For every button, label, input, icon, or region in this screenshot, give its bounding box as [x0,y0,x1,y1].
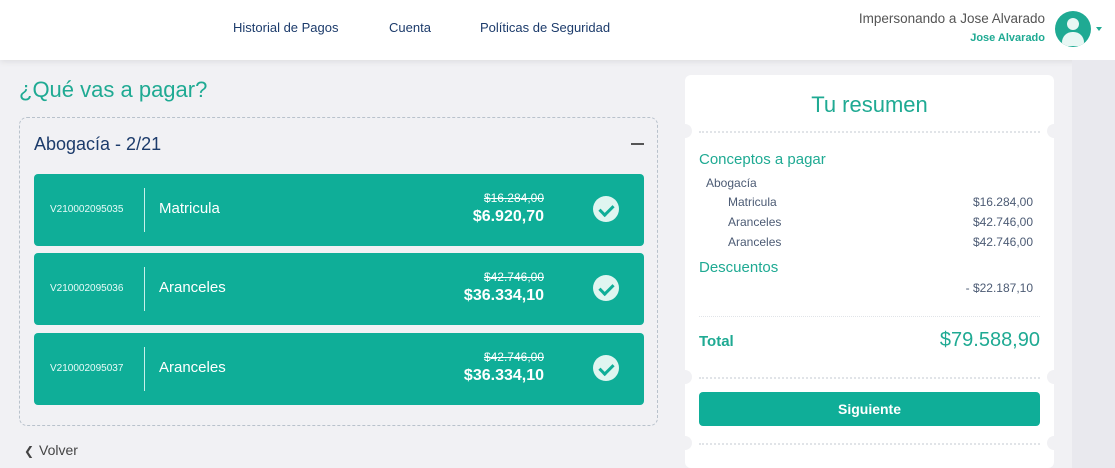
nav-historial-pagos[interactable]: Historial de Pagos [233,20,339,35]
item-discounted-price: $36.334,10 [463,367,544,384]
ticket-notch [1047,370,1061,384]
discounts-title: Descuentos [699,259,779,276]
nav-politicas-seguridad[interactable]: Políticas de Seguridad [480,20,610,35]
discount-value: - $22.187,10 [965,281,1033,295]
summary-line-label: Aranceles [728,235,782,249]
summary-panel: Tu resumen Conceptos a pagar Abogacía Ma… [678,75,1061,468]
avatar-body [1062,32,1084,46]
user-name[interactable]: Jose Alvarado [970,32,1045,44]
item-original-price: $16.284,00 [483,191,544,205]
avatar-head [1067,18,1079,30]
item-concept: Aranceles [159,359,226,376]
payment-item[interactable]: V210002095037 Aranceles $42.746,00 $36.3… [34,333,644,405]
payment-item[interactable]: V210002095035 Matricula $16.284,00 $6.92… [34,174,644,246]
ticket-notch [1047,436,1061,450]
right-gutter [1072,60,1115,468]
chevron-left-icon[interactable]: ❮ [24,444,34,458]
summary-divider [699,443,1040,445]
ticket-notch [678,436,692,450]
summary-line-value: $42.746,00 [972,235,1033,249]
summary-divider [699,377,1040,379]
top-header: Historial de Pagos Cuenta Políticas de S… [0,0,1115,60]
concepts-title: Conceptos a pagar [699,151,826,168]
item-discounted-price: $6.920,70 [472,208,544,225]
collapse-icon[interactable] [631,143,644,145]
item-concept: Aranceles [159,279,226,296]
chevron-down-icon[interactable] [1096,27,1102,31]
item-concept: Matricula [159,200,220,217]
summary-line-value: $16.284,00 [972,195,1033,209]
total-value: $79.588,90 [939,329,1040,351]
item-code: V210002095037 [50,363,124,374]
summary-line-label: Matricula [728,195,777,209]
payment-item[interactable]: V210002095036 Aranceles $42.746,00 $36.3… [34,253,644,325]
item-divider [144,267,145,311]
summary-divider [699,316,1040,317]
ticket-notch [678,370,692,384]
item-divider [144,188,145,232]
item-code: V210002095035 [50,204,124,215]
ticket-notch [1047,124,1061,138]
check-icon[interactable] [593,355,619,381]
check-icon[interactable] [593,196,619,222]
concept-group: Abogacía - 2/21 V210002095035 Matricula … [19,117,658,426]
group-title: Abogacía - 2/21 [34,134,162,154]
nav-cuenta[interactable]: Cuenta [389,20,431,35]
back-link[interactable]: Volver [39,442,78,458]
item-code: V210002095036 [50,283,124,294]
next-button[interactable]: Siguiente [699,392,1040,426]
summary-category: Abogacía [706,176,757,190]
ticket-notch [678,124,692,138]
item-divider [144,347,145,391]
page-title: ¿Qué vas a pagar? [19,77,208,102]
total-label: Total [699,333,734,350]
summary-line-value: $42.746,00 [972,215,1033,229]
item-original-price: $42.746,00 [483,270,544,284]
summary-title: Tu resumen [811,92,928,117]
summary-divider [699,131,1040,133]
item-discounted-price: $36.334,10 [463,287,544,304]
check-icon[interactable] [593,275,619,301]
avatar[interactable] [1055,11,1091,47]
item-original-price: $42.746,00 [483,350,544,364]
impersonating-text: Impersonando a Jose Alvarado [858,11,1045,26]
summary-line-label: Aranceles [728,215,782,229]
